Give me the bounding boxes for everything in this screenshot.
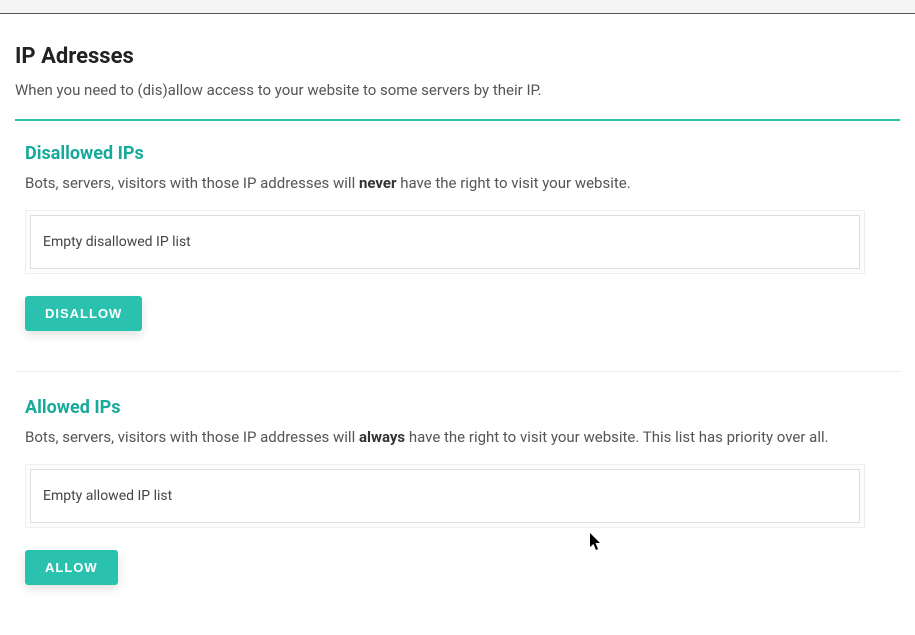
section-separator (15, 371, 900, 372)
page-title: IP Adresses (15, 44, 900, 69)
section-divider (15, 119, 900, 121)
disallowed-section: Disallowed IPs Bots, servers, visitors w… (15, 143, 900, 331)
content-area: IP Adresses When you need to (dis)allow … (0, 14, 915, 635)
allowed-list[interactable]: Empty allowed IP list (30, 469, 860, 523)
disallow-button[interactable]: DISALLOW (25, 296, 142, 331)
disallowed-list-container: Empty disallowed IP list (25, 210, 865, 274)
disallowed-description: Bots, servers, visitors with those IP ad… (25, 174, 900, 192)
disallowed-title: Disallowed IPs (25, 143, 900, 164)
allowed-desc-post: have the right to visit your website. Th… (405, 428, 828, 446)
disallowed-list[interactable]: Empty disallowed IP list (30, 215, 860, 269)
allowed-title: Allowed IPs (25, 397, 900, 418)
disallowed-desc-post: have the right to visit your website. (396, 174, 630, 192)
disallowed-desc-strong: never (359, 174, 397, 192)
allowed-section: Allowed IPs Bots, servers, visitors with… (15, 397, 900, 585)
disallowed-desc-pre: Bots, servers, visitors with those IP ad… (25, 174, 359, 192)
allowed-desc-pre: Bots, servers, visitors with those IP ad… (25, 428, 359, 446)
top-toolbar (0, 0, 915, 14)
allowed-description: Bots, servers, visitors with those IP ad… (25, 428, 900, 446)
page-subtitle: When you need to (dis)allow access to yo… (15, 81, 900, 99)
allowed-list-container: Empty allowed IP list (25, 464, 865, 528)
allowed-desc-strong: always (359, 428, 405, 446)
allow-button[interactable]: ALLOW (25, 550, 118, 585)
